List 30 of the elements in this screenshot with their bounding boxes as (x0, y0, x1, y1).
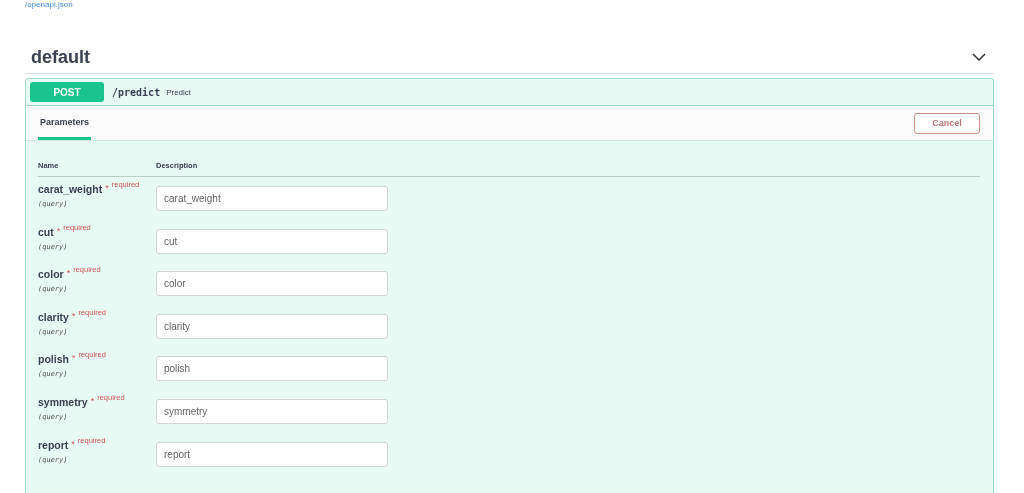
input-field[interactable]: polish (156, 356, 388, 382)
method-badge: POST (30, 82, 104, 102)
parameter-name: polish (38, 353, 69, 366)
cancel-button[interactable]: Cancel (914, 112, 980, 134)
input-field[interactable]: clarity (156, 313, 388, 339)
input-field[interactable]: color (156, 271, 388, 297)
input-field[interactable]: symmetry (156, 398, 388, 424)
input-field[interactable]: carat_weight (156, 186, 388, 211)
endpoint-summary: Predict (166, 87, 192, 97)
parameter-name: color (38, 268, 64, 281)
input-field[interactable]: report (156, 441, 388, 467)
parameter-name: cut (38, 225, 54, 238)
tab[interactable]: Parameters (38, 106, 92, 140)
parameter-name: report (38, 438, 69, 451)
spec-link[interactable]: /openapi.json (25, 0, 73, 10)
input-field[interactable]: cut (156, 228, 388, 254)
required-asterisk: * (71, 310, 76, 321)
required-asterisk: * (90, 395, 95, 406)
section-title: default (31, 46, 90, 69)
chevron-icon[interactable] (972, 53, 986, 61)
required-asterisk: * (71, 353, 76, 364)
required-asterisk: * (71, 438, 75, 449)
required-asterisk: * (105, 183, 109, 193)
endpoint-path: /predict (112, 86, 161, 98)
required-asterisk: * (56, 225, 61, 236)
required-asterisk: * (66, 268, 71, 279)
section-header[interactable]: default (25, 45, 994, 74)
parameter-name: carat_weight (38, 183, 103, 195)
parameter-name: clarity (38, 310, 69, 323)
parameter-name: symmetry (38, 395, 88, 408)
